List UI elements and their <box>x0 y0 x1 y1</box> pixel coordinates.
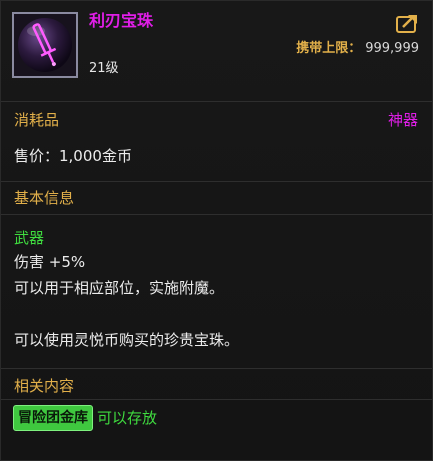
item-level: 21级 <box>89 61 119 76</box>
divider <box>1 214 432 215</box>
item-tooltip: 利刃宝珠 携带上限： 999,999 21级 消耗品 神器 售价：1,000金币 … <box>0 0 433 461</box>
item-type: 消耗品 <box>14 111 60 129</box>
divider <box>1 181 432 182</box>
carry-limit: 携带上限： 999,999 <box>296 41 419 57</box>
description-text: 可以使用灵悦币购买的珍贵宝珠。 <box>14 331 240 349</box>
section-title-related: 相关内容 <box>14 377 75 395</box>
storage-status: 可以存放 <box>97 409 158 427</box>
divider <box>1 101 432 102</box>
share-arrow-icon[interactable] <box>396 12 420 34</box>
storage-badge: 冒险团金库 <box>13 405 93 431</box>
carry-limit-value: 999,999 <box>365 41 419 56</box>
item-icon <box>12 12 78 78</box>
item-name: 利刃宝珠 <box>89 11 154 30</box>
item-price: 售价：1,000金币 <box>14 147 132 165</box>
sword-orb-icon <box>14 14 76 76</box>
section-title-basic-info: 基本信息 <box>14 189 75 207</box>
divider <box>1 399 432 400</box>
item-rarity: 神器 <box>387 111 418 129</box>
usage-text: 可以用于相应部位，实施附魔。 <box>14 279 225 297</box>
item-category: 武器 <box>14 229 45 247</box>
carry-limit-label: 携带上限： <box>296 41 362 56</box>
divider <box>1 368 432 369</box>
effect-text: 伤害 +5% <box>14 253 86 271</box>
